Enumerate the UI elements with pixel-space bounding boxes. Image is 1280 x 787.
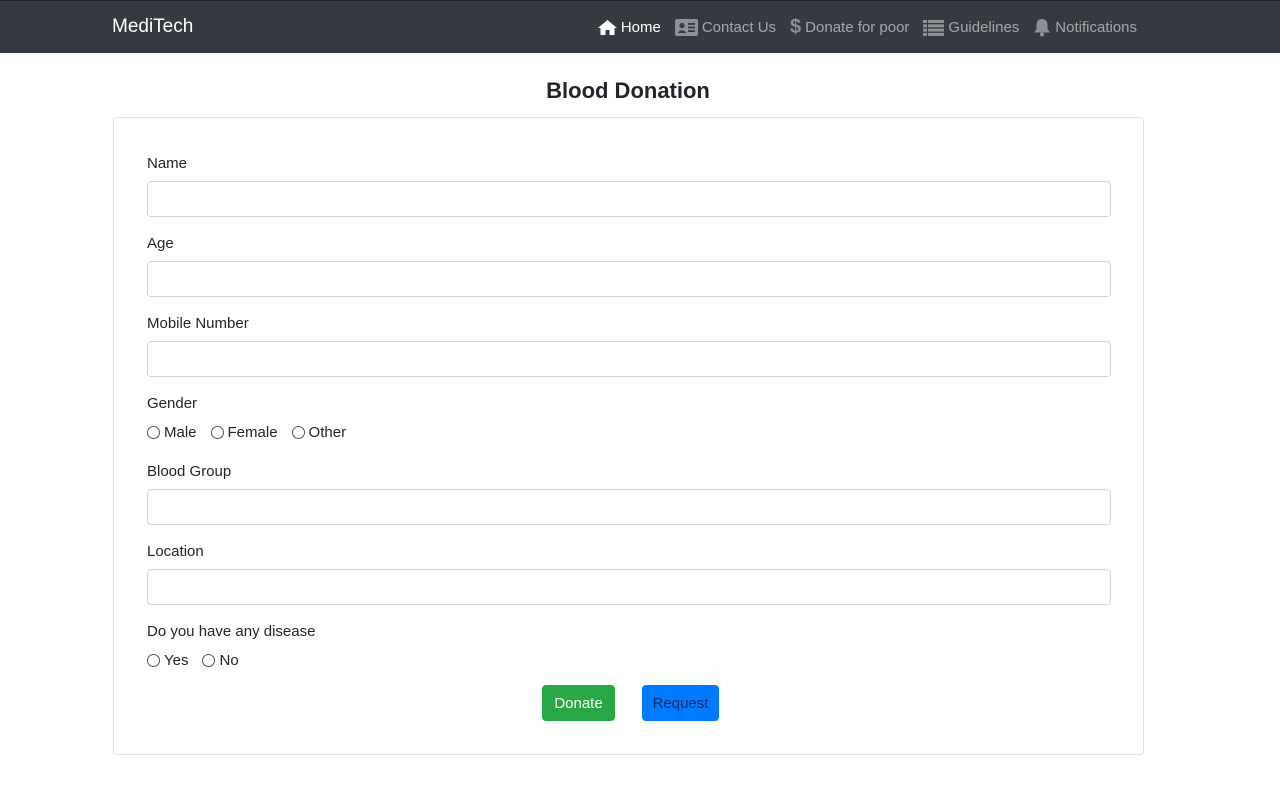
blood-group-input[interactable] xyxy=(147,489,1111,525)
gender-radio-group: Male Female Other xyxy=(147,424,360,441)
nav-item-notifications[interactable]: Notifications xyxy=(1033,18,1137,37)
request-button[interactable]: Request xyxy=(642,685,719,721)
nav-item-home[interactable]: Home xyxy=(597,19,661,36)
nav-menu: Home Contact Us $ Donate for poor Guidel… xyxy=(597,1,1137,54)
gender-option-female[interactable]: Female xyxy=(210,424,278,441)
age-input[interactable] xyxy=(147,261,1111,297)
list-icon xyxy=(923,19,945,36)
donate-button[interactable]: Donate xyxy=(542,685,615,721)
disease-option-no[interactable]: No xyxy=(202,652,239,669)
nav-item-donate-for-poor[interactable]: $ Donate for poor xyxy=(790,16,909,39)
blood-donation-form-card: Name Age Mobile Number Gender Male Femal… xyxy=(113,117,1144,755)
nav-item-contact-us[interactable]: Contact Us xyxy=(674,19,777,36)
location-label: Location xyxy=(147,543,204,560)
nav-item-label: Notifications xyxy=(1055,19,1137,36)
nav-item-label: Contact Us xyxy=(701,19,777,36)
radio-label: Male xyxy=(164,424,197,441)
blood-group-label: Blood Group xyxy=(147,463,232,480)
radio-button[interactable] xyxy=(291,426,305,439)
name-input[interactable] xyxy=(147,181,1111,217)
radio-button[interactable] xyxy=(210,426,224,439)
brand-logo-text[interactable]: MediTech xyxy=(112,16,193,38)
nav-item-label: Donate for poor xyxy=(805,19,910,36)
radio-button[interactable] xyxy=(147,654,160,667)
nav-item-label: Home xyxy=(620,19,661,36)
bell-icon xyxy=(1033,18,1051,37)
location-input[interactable] xyxy=(147,569,1111,605)
radio-label: No xyxy=(219,652,239,669)
dollar-icon: $ xyxy=(790,16,802,38)
radio-button[interactable] xyxy=(147,426,160,439)
home-icon xyxy=(597,20,617,35)
contact-card-icon xyxy=(674,19,698,36)
disease-label: Do you have any disease xyxy=(147,623,316,640)
radio-label: Other xyxy=(308,424,347,441)
gender-label: Gender xyxy=(147,395,198,412)
radio-label: Female xyxy=(227,424,278,441)
nav-item-guidelines[interactable]: Guidelines xyxy=(923,19,1019,36)
disease-option-yes[interactable]: Yes xyxy=(147,652,188,669)
disease-radio-group: Yes No xyxy=(147,652,253,669)
radio-button[interactable] xyxy=(202,654,216,667)
mobile-number-label: Mobile Number xyxy=(147,315,249,332)
age-label: Age xyxy=(147,235,174,252)
gender-option-other[interactable]: Other xyxy=(291,424,347,441)
radio-label: Yes xyxy=(164,652,189,669)
nav-item-label: Guidelines xyxy=(948,19,1020,36)
gender-option-male[interactable]: Male xyxy=(147,424,197,441)
top-navbar: MediTech Home Contact Us $ Donate for po… xyxy=(0,0,1280,53)
mobile-number-input[interactable] xyxy=(147,341,1111,377)
name-label: Name xyxy=(147,155,188,172)
page-title: Blood Donation xyxy=(546,78,710,103)
